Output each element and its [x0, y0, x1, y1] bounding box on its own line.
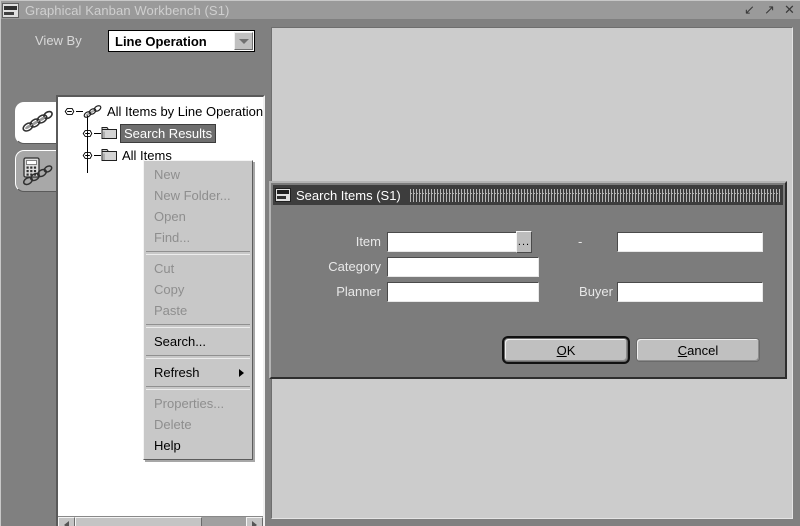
- dialog-body: Item ... - Category Planner Buyer OK C a…: [273, 207, 783, 375]
- view-by-value: Line Operation: [115, 33, 207, 49]
- oracle-logo-icon: [2, 2, 19, 18]
- menu-separator: [146, 355, 250, 359]
- ok-button-mnemonic: O: [556, 342, 567, 358]
- menu-item-help[interactable]: Help: [144, 435, 252, 456]
- collapse-handle-icon[interactable]: [64, 106, 75, 117]
- chain-links-icon: [83, 104, 102, 118]
- calculator-chain-icon: [22, 157, 53, 186]
- planner-label: Planner: [336, 284, 381, 299]
- tree-node-label: All Items by Line Operation: [107, 103, 263, 119]
- tree-horizontal-scrollbar[interactable]: [58, 516, 263, 526]
- view-by-select[interactable]: Line Operation: [108, 30, 255, 52]
- close-icon[interactable]: ✕: [783, 3, 796, 16]
- tree-node-label: Search Results: [120, 123, 217, 143]
- cancel-button[interactable]: Cancel: [636, 338, 760, 362]
- tree-node-search-results[interactable]: Search Results: [82, 123, 217, 143]
- menu-item-open[interactable]: Open: [144, 206, 252, 227]
- oracle-logo-icon: [275, 188, 291, 202]
- menu-separator: [146, 386, 250, 390]
- window-controls: ↙ ↗ ✕: [743, 3, 796, 16]
- scrollbar-track[interactable]: [75, 517, 246, 526]
- folder-icon: [101, 127, 117, 139]
- tree-node-dash: [76, 110, 83, 112]
- folder-icon: [101, 149, 117, 161]
- menu-item-search[interactable]: Search...: [144, 331, 252, 352]
- menu-separator: [146, 251, 250, 255]
- menu-item-copy[interactable]: Copy: [144, 279, 252, 300]
- category-field[interactable]: [387, 257, 539, 277]
- buyer-label: Buyer: [579, 284, 613, 299]
- cancel-button-mnemonic: C: [677, 342, 688, 358]
- expand-handle-icon[interactable]: [82, 150, 93, 161]
- menu-item-properties[interactable]: Properties...: [144, 393, 252, 414]
- tree-node-root[interactable]: All Items by Line Operation: [64, 102, 263, 120]
- submenu-arrow-icon: [239, 368, 244, 377]
- scrollbar-thumb[interactable]: [75, 517, 202, 526]
- chevron-down-icon[interactable]: [234, 32, 253, 50]
- scroll-left-arrow-icon[interactable]: [58, 517, 75, 526]
- ok-button[interactable]: OK: [504, 338, 628, 362]
- dialog-titlebar: Search Items (S1): [273, 185, 783, 205]
- item-label: Item: [355, 234, 381, 249]
- window-body: View By Line Operation All Items by Line…: [0, 19, 800, 526]
- planner-field[interactable]: [387, 282, 539, 302]
- expand-handle-icon[interactable]: [82, 128, 93, 139]
- menu-item-refresh-label: Refresh: [154, 365, 200, 380]
- item-to-field[interactable]: [617, 232, 763, 252]
- menu-item-find[interactable]: Find...: [144, 227, 252, 248]
- chain-links-icon: [22, 110, 53, 132]
- menu-separator: [146, 324, 250, 328]
- menu-item-paste[interactable]: Paste: [144, 300, 252, 321]
- menu-item-new-folder[interactable]: New Folder...: [144, 185, 252, 206]
- range-separator: -: [578, 234, 583, 249]
- window-title: Graphical Kanban Workbench (S1): [25, 2, 230, 18]
- view-by-label: View By: [35, 33, 82, 48]
- maximize-icon[interactable]: ↗: [763, 3, 776, 16]
- menu-item-delete[interactable]: Delete: [144, 414, 252, 435]
- window-titlebar: Graphical Kanban Workbench (S1) ↙ ↗ ✕: [0, 0, 800, 19]
- sidebar-item-kanban-chain[interactable]: [15, 102, 59, 144]
- item-lov-button[interactable]: ...: [516, 231, 532, 253]
- tree-node-dash: [94, 132, 101, 134]
- buyer-field[interactable]: [617, 282, 763, 302]
- minimize-icon[interactable]: ↙: [743, 3, 756, 16]
- context-menu: New New Folder... Open Find... Cut Copy …: [143, 160, 253, 460]
- cancel-button-label: ancel: [687, 342, 719, 358]
- menu-item-cut[interactable]: Cut: [144, 258, 252, 279]
- titlebar-hatch-pattern: [409, 188, 781, 202]
- item-field[interactable]: [387, 232, 517, 252]
- menu-item-refresh[interactable]: Refresh: [144, 362, 252, 383]
- category-label: Category: [328, 259, 381, 274]
- menu-item-new[interactable]: New: [144, 164, 252, 185]
- scroll-right-arrow-icon[interactable]: [246, 517, 263, 526]
- ellipsis-icon: ...: [517, 236, 531, 248]
- sidebar-item-calculation-chain[interactable]: [15, 150, 59, 192]
- ok-button-label: K: [566, 342, 576, 358]
- search-items-dialog: Search Items (S1) Item ... - Category Pl…: [269, 181, 787, 379]
- dialog-title: Search Items (S1): [296, 187, 401, 203]
- tree-node-dash: [94, 154, 101, 156]
- application-window: Graphical Kanban Workbench (S1) ↙ ↗ ✕ Vi…: [0, 0, 800, 526]
